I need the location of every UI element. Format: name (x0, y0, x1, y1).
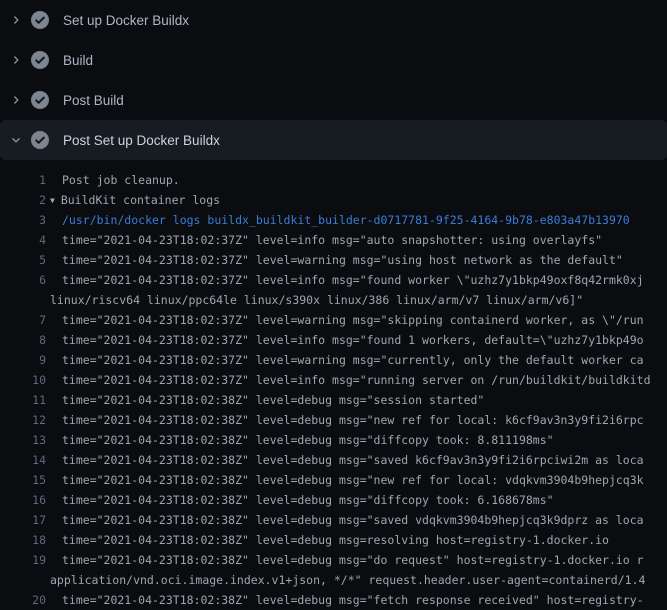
log-line[interactable]: 9 time="2021-04-23T18:02:37Z" level=warn… (0, 350, 667, 370)
log-line-number[interactable]: 4 (0, 230, 46, 250)
chevron-right-icon[interactable] (10, 14, 22, 26)
step-title: Set up Docker Buildx (63, 13, 189, 28)
log-line[interactable]: 2 ▼BuildKit container logs (0, 190, 667, 210)
log-line-text: linux/riscv64 linux/ppc64le linux/s390x … (46, 290, 583, 310)
log-line-text: time="2021-04-23T18:02:38Z" level=debug … (46, 550, 644, 570)
log-line[interactable]: 12 time="2021-04-23T18:02:38Z" level=deb… (0, 410, 667, 430)
step-title: Post Build (63, 93, 124, 108)
log-line-text: time="2021-04-23T18:02:38Z" level=debug … (46, 410, 644, 430)
log-line-number[interactable] (0, 570, 46, 590)
log-line[interactable]: 19 time="2021-04-23T18:02:38Z" level=deb… (0, 550, 667, 570)
step-title: Build (63, 53, 93, 68)
log-line-number[interactable]: 3 (0, 210, 46, 230)
log-line-number[interactable]: 13 (0, 430, 46, 450)
log-area: 1 Post job cleanup. 2 ▼BuildKit containe… (0, 160, 667, 610)
log-line-number[interactable]: 20 (0, 590, 46, 610)
log-line[interactable]: 17 time="2021-04-23T18:02:38Z" level=deb… (0, 510, 667, 530)
log-line[interactable]: 18 time="2021-04-23T18:02:38Z" level=deb… (0, 530, 667, 550)
log-line-number[interactable]: 9 (0, 350, 46, 370)
log-line-number[interactable]: 12 (0, 410, 46, 430)
log-line[interactable]: linux/riscv64 linux/ppc64le linux/s390x … (0, 290, 667, 310)
log-line-text: time="2021-04-23T18:02:38Z" level=debug … (46, 590, 644, 610)
log-line[interactable]: 6 time="2021-04-23T18:02:37Z" level=info… (0, 270, 667, 290)
log-line-text: time="2021-04-23T18:02:38Z" level=debug … (46, 510, 644, 530)
chevron-right-icon[interactable] (10, 94, 22, 106)
log-line-text: time="2021-04-23T18:02:37Z" level=info m… (46, 370, 651, 390)
log-line-number[interactable] (0, 290, 46, 310)
step-row-build[interactable]: Build (0, 40, 667, 80)
log-line-text: time="2021-04-23T18:02:38Z" level=debug … (46, 490, 554, 510)
log-line[interactable]: 8 time="2021-04-23T18:02:37Z" level=info… (0, 330, 667, 350)
step-row-set-up-docker-buildx[interactable]: Set up Docker Buildx (0, 0, 667, 40)
log-line-number[interactable]: 7 (0, 310, 46, 330)
log-line-text: time="2021-04-23T18:02:37Z" level=info m… (46, 330, 644, 350)
log-line-number[interactable]: 18 (0, 530, 46, 550)
log-line-text: time="2021-04-23T18:02:37Z" level=warnin… (46, 350, 644, 370)
log-line-number[interactable]: 15 (0, 470, 46, 490)
log-line[interactable]: 7 time="2021-04-23T18:02:37Z" level=warn… (0, 310, 667, 330)
log-line-text: time="2021-04-23T18:02:38Z" level=debug … (46, 470, 644, 490)
log-line-number[interactable]: 19 (0, 550, 46, 570)
log-line-number[interactable]: 5 (0, 250, 46, 270)
log-line[interactable]: 10 time="2021-04-23T18:02:37Z" level=inf… (0, 370, 667, 390)
log-line[interactable]: 5 time="2021-04-23T18:02:37Z" level=warn… (0, 250, 667, 270)
log-line-number[interactable]: 8 (0, 330, 46, 350)
log-line-text: time="2021-04-23T18:02:37Z" level=info m… (46, 230, 602, 250)
log-line-text: time="2021-04-23T18:02:38Z" level=debug … (46, 530, 609, 550)
group-toggle-icon[interactable]: ▼ (50, 191, 55, 210)
log-line-number[interactable]: 17 (0, 510, 46, 530)
log-line-number[interactable]: 14 (0, 450, 46, 470)
log-line[interactable]: application/vnd.oci.image.index.v1+json,… (0, 570, 667, 590)
log-line-number[interactable]: 10 (0, 370, 46, 390)
log-line[interactable]: 20 time="2021-04-23T18:02:38Z" level=deb… (0, 590, 667, 610)
log-line-text: application/vnd.oci.image.index.v1+json,… (46, 570, 645, 590)
log-line-number[interactable]: 1 (0, 170, 46, 190)
log-line-text: ▼BuildKit container logs (46, 190, 220, 210)
check-circle-icon (31, 51, 49, 69)
check-circle-icon (31, 11, 49, 29)
log-line[interactable]: 4 time="2021-04-23T18:02:37Z" level=info… (0, 230, 667, 250)
check-circle-icon (31, 131, 49, 149)
chevron-right-icon[interactable] (10, 54, 22, 66)
log-line[interactable]: 1 Post job cleanup. (0, 170, 667, 190)
log-line-text: time="2021-04-23T18:02:37Z" level=info m… (46, 270, 644, 290)
log-line-text: time="2021-04-23T18:02:37Z" level=warnin… (46, 310, 644, 330)
log-line-text: time="2021-04-23T18:02:37Z" level=warnin… (46, 250, 623, 270)
log-line[interactable]: 11 time="2021-04-23T18:02:38Z" level=deb… (0, 390, 667, 410)
log-line-text: time="2021-04-23T18:02:38Z" level=debug … (46, 450, 644, 470)
log-line[interactable]: 3 /usr/bin/docker logs buildx_buildkit_b… (0, 210, 667, 230)
log-line-text: Post job cleanup. (46, 170, 180, 190)
log-line-text: time="2021-04-23T18:02:38Z" level=debug … (46, 390, 484, 410)
log-line-number[interactable]: 2 (0, 190, 46, 210)
step-row-post-set-up-docker-buildx[interactable]: Post Set up Docker Buildx (0, 120, 667, 160)
log-line[interactable]: 14 time="2021-04-23T18:02:38Z" level=deb… (0, 450, 667, 470)
chevron-down-icon[interactable] (10, 134, 22, 146)
log-line-text: time="2021-04-23T18:02:38Z" level=debug … (46, 430, 554, 450)
log-line-number[interactable]: 11 (0, 390, 46, 410)
log-line-number[interactable]: 16 (0, 490, 46, 510)
step-row-post-build[interactable]: Post Build (0, 80, 667, 120)
log-line-number[interactable]: 6 (0, 270, 46, 290)
workflow-steps-list: Set up Docker Buildx Build Post Build Po… (0, 0, 667, 160)
log-line[interactable]: 13 time="2021-04-23T18:02:38Z" level=deb… (0, 430, 667, 450)
check-circle-icon (31, 91, 49, 109)
log-line-text: /usr/bin/docker logs buildx_buildkit_bui… (46, 210, 630, 230)
log-line[interactable]: 15 time="2021-04-23T18:02:38Z" level=deb… (0, 470, 667, 490)
step-title: Post Set up Docker Buildx (63, 133, 220, 148)
log-line[interactable]: 16 time="2021-04-23T18:02:38Z" level=deb… (0, 490, 667, 510)
